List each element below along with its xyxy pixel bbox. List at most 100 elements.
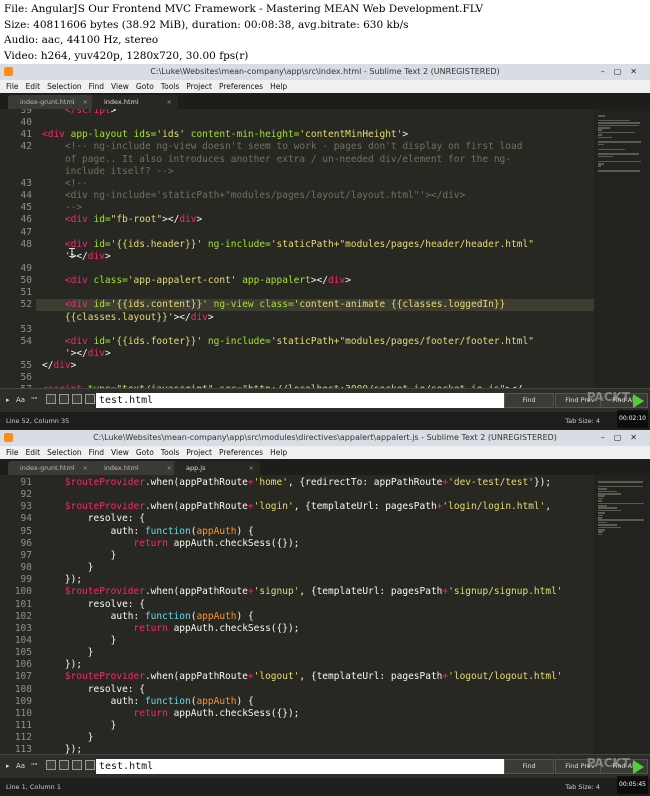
code-token: <div (42, 214, 94, 226)
regex-toggle[interactable] (85, 394, 95, 404)
code-token: ></ (70, 348, 88, 359)
code-token: 'contentMinHeight' (299, 129, 403, 141)
in-selection-toggle[interactable] (59, 394, 69, 404)
highlight-matches-toggle[interactable] (72, 394, 82, 404)
window-controls-icon[interactable]: –▢✕ (601, 430, 646, 446)
code-area[interactable]: </script> <div app-layout ids='ids' conte… (42, 109, 594, 388)
menu-preferences[interactable]: Preferences (219, 82, 263, 91)
code-token: , {templateUrl: pagesPath (299, 671, 443, 683)
minimap-line (598, 165, 601, 167)
code-token: "fb-root" (110, 214, 163, 226)
line-number: 52 (20, 299, 32, 311)
menu-preferences[interactable]: Preferences (219, 448, 263, 457)
code-token: 'login' (253, 501, 294, 513)
minimap-line (598, 485, 643, 488)
menu-help[interactable]: Help (270, 448, 287, 457)
menu-find[interactable]: Find (89, 448, 104, 457)
line-number: 93 (20, 501, 32, 513)
menu-tools[interactable]: Tools (161, 448, 179, 457)
code-token: $routeProvider (42, 501, 145, 513)
window-controls-icon[interactable]: –▢✕ (601, 64, 646, 80)
find-input[interactable]: test.html (96, 393, 532, 408)
tab-label: index.html (104, 98, 139, 106)
menu-edit[interactable]: Edit (26, 82, 41, 91)
tab-index-html[interactable]: index.html × (92, 95, 178, 109)
line-number: 41 (20, 129, 32, 141)
in-selection-toggle[interactable] (59, 760, 69, 770)
minimap[interactable] (594, 109, 650, 388)
minimap-line (598, 131, 635, 134)
find-button[interactable]: Find (504, 759, 554, 774)
line-number: 98 (20, 562, 32, 574)
menu-tools[interactable]: Tools (161, 82, 179, 91)
menu-edit[interactable]: Edit (26, 448, 41, 457)
line-number: 105 (14, 647, 32, 659)
code-token: } (42, 549, 117, 561)
line-number: 92 (20, 489, 32, 501)
case-sensitive-toggle[interactable]: Aa (16, 761, 25, 772)
code-editor[interactable]: 39404142434445464748495051525354555657 <… (0, 109, 650, 388)
status-bar: Line 52, Column 35 Tab Size: 4 00:02:10 (0, 410, 650, 430)
highlight-matches-toggle[interactable] (72, 760, 82, 770)
menu-help[interactable]: Help (270, 82, 287, 91)
title-bar[interactable]: C:\Luke\Websites\mean-company\app\src\in… (0, 64, 650, 80)
title-bar[interactable]: C:\Luke\Websites\mean-company\app\src\mo… (0, 430, 650, 446)
code-token: ' (42, 348, 71, 359)
menu-goto[interactable]: Goto (136, 82, 154, 91)
line-number: 106 (14, 659, 32, 671)
minimap-line (598, 129, 602, 131)
line-number: 94 (20, 513, 32, 525)
wrap-toggle[interactable] (46, 760, 56, 770)
code-line: <div id='{{ids.content}}' ng-view class=… (42, 299, 505, 310)
menu-selection[interactable]: Selection (47, 448, 82, 457)
tab-size[interactable]: Tab Size: 4 (565, 412, 600, 430)
menu-goto[interactable]: Goto (136, 448, 154, 457)
code-line: }); (42, 574, 82, 585)
code-line: <div app-layout ids='ids' content-min-he… (42, 129, 408, 140)
close-icon[interactable]: × (83, 95, 88, 109)
tab-index-grunt[interactable]: index-grunt.html × (8, 95, 94, 109)
tab-size[interactable]: Tab Size: 4 (565, 778, 600, 796)
minimap[interactable] (594, 475, 650, 754)
tab-label: app.js (186, 464, 206, 472)
menu-project[interactable]: Project (186, 448, 212, 457)
tab-app-js[interactable]: app.js × (174, 461, 260, 475)
menu-project[interactable]: Project (186, 82, 212, 91)
info-size: Size: 40811606 bytes (38.92 MiB), durati… (4, 18, 409, 31)
close-icon[interactable]: × (83, 461, 88, 475)
tab-index-html[interactable]: index.html × (92, 461, 178, 475)
find-panel: ▸ Aa "" test.html Find Find Prev Find Al… (0, 754, 650, 779)
menu-find[interactable]: Find (89, 82, 104, 91)
tab-index-grunt[interactable]: index-grunt.html × (8, 461, 94, 475)
case-sensitive-toggle[interactable]: Aa (16, 395, 25, 406)
find-button[interactable]: Find (504, 393, 554, 408)
menu-view[interactable]: View (111, 448, 129, 457)
line-number: 101 (14, 598, 32, 610)
code-area[interactable]: $routeProvider.when(appPathRoute+'home',… (42, 475, 594, 754)
minimap-line (598, 488, 607, 490)
menu-view[interactable]: View (111, 82, 129, 91)
regex-toggle[interactable] (85, 760, 95, 770)
find-panel-icon: ▸ (6, 396, 10, 404)
code-line: <!-- (42, 178, 88, 189)
tab-bar: index-grunt.html × index.html × app.js × (0, 459, 650, 475)
menu-file[interactable]: File (6, 448, 19, 457)
minimap-line (598, 533, 602, 536)
close-icon[interactable]: × (167, 461, 172, 475)
menu-file[interactable]: File (6, 82, 19, 91)
minimap-line (598, 507, 617, 509)
menu-selection[interactable]: Selection (47, 82, 82, 91)
close-icon[interactable]: × (249, 461, 254, 475)
close-icon[interactable]: × (167, 95, 172, 109)
code-line: } (42, 562, 94, 573)
code-editor[interactable]: 91 92 93 94 95 96 97 98 99 100 101 102 103 104 105 106 1… (0, 475, 650, 754)
find-input[interactable]: test.html (96, 759, 532, 774)
editor-window-index-html: C:\Luke\Websites\mean-company\app\src\in… (0, 64, 650, 430)
whole-word-toggle[interactable]: "" (31, 761, 37, 772)
code-line: resolve: { (42, 599, 145, 610)
line-number: 54 (20, 335, 32, 347)
wrap-toggle[interactable] (46, 394, 56, 404)
whole-word-toggle[interactable]: "" (31, 395, 37, 406)
code-token: div (328, 275, 346, 287)
